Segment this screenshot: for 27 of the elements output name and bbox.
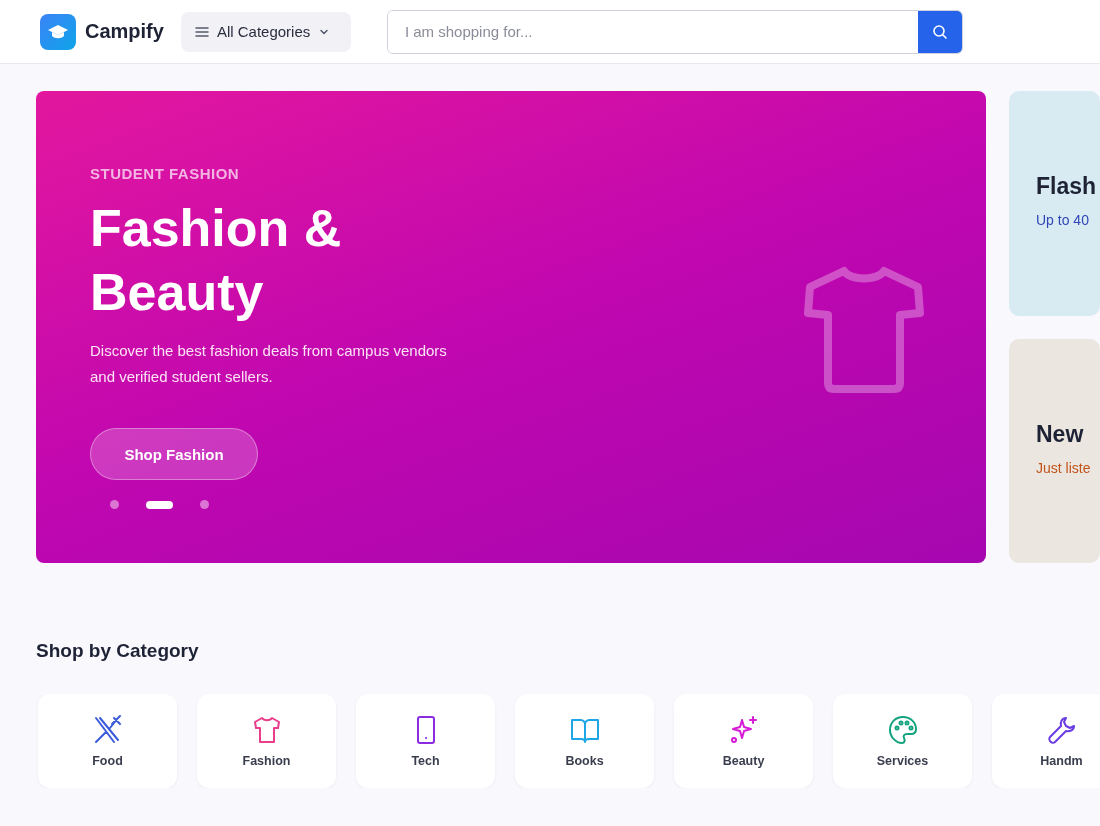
hero-title: Fashion & Beauty [90, 198, 343, 323]
promo-subtitle: Just liste [1036, 460, 1092, 476]
promo-card[interactable]: New Just liste [1009, 339, 1100, 563]
promo-title: New [1036, 421, 1085, 448]
shop-button[interactable]: Shop Fashion [90, 428, 258, 480]
category-card[interactable]: Services [833, 694, 972, 788]
shirt-icon [802, 265, 926, 393]
hero-description: Discover the best fashion deals from campus vendors and verified student sellers. [90, 341, 448, 387]
carousel-dot[interactable] [110, 500, 119, 509]
promo-card[interactable]: Flash Up to 40 [1009, 91, 1100, 316]
menu-icon [194, 24, 209, 39]
search-icon [931, 23, 948, 40]
category-card[interactable]: Tech [356, 694, 495, 788]
logo-icon [40, 13, 76, 50]
category-card[interactable]: Fashion [197, 694, 336, 788]
category-card[interactable]: Handm [992, 694, 1100, 788]
category-card[interactable]: Food [38, 694, 177, 788]
promo-title: Flash [1036, 173, 1098, 200]
search-button[interactable] [917, 10, 962, 53]
hero-eyebrow: STUDENT FASHION [90, 165, 240, 182]
category-card[interactable]: Beauty [674, 694, 813, 788]
carousel-dot[interactable] [200, 500, 209, 509]
section-title: Shop by Category [36, 640, 200, 662]
category-card[interactable]: Books [515, 694, 654, 788]
logo-text[interactable]: Campify [85, 20, 164, 43]
categories-button[interactable]: All Categories [180, 11, 351, 52]
promo-subtitle: Up to 40 [1036, 212, 1090, 228]
